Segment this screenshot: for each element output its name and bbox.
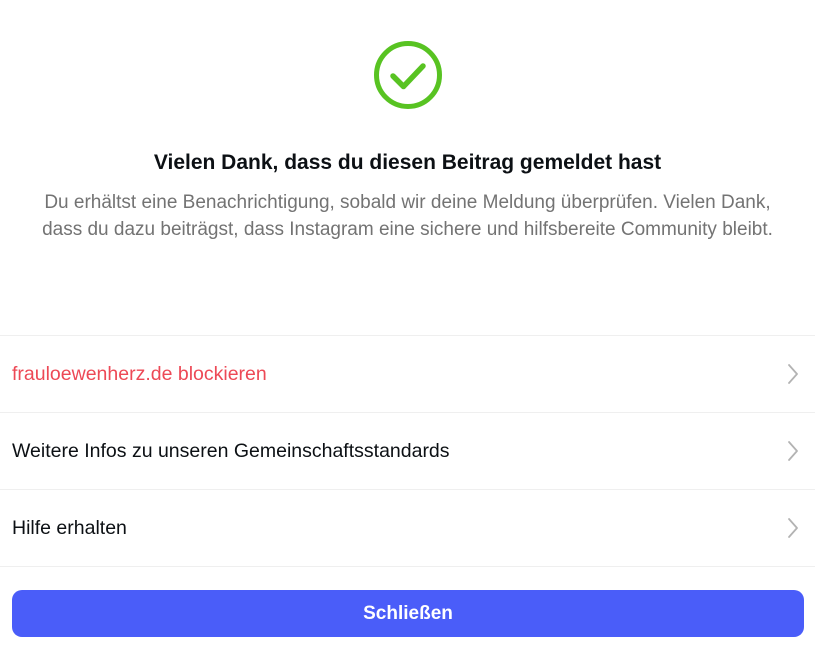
options-list: frauloewenherz.de blockieren Weitere Inf… (0, 335, 815, 567)
community-standards-option[interactable]: Weitere Infos zu unseren Gemeinschaftsst… (0, 413, 815, 490)
close-button[interactable]: Schließen (12, 590, 804, 637)
block-account-option[interactable]: frauloewenherz.de blockieren (0, 336, 815, 413)
get-help-label: Hilfe erhalten (12, 516, 127, 539)
chevron-right-icon (788, 364, 798, 384)
get-help-option[interactable]: Hilfe erhalten (0, 490, 815, 567)
block-account-label: frauloewenherz.de blockieren (12, 362, 267, 385)
confirmation-description: Du erhältst eine Benachrichtigung, sobal… (42, 192, 773, 240)
community-standards-label: Weitere Infos zu unseren Gemeinschaftsst… (12, 439, 450, 462)
check-circle-icon (372, 39, 444, 111)
chevron-right-icon (788, 518, 798, 538)
chevron-right-icon (788, 441, 798, 461)
page-title: Vielen Dank, dass du diesen Beitrag geme… (153, 151, 662, 174)
